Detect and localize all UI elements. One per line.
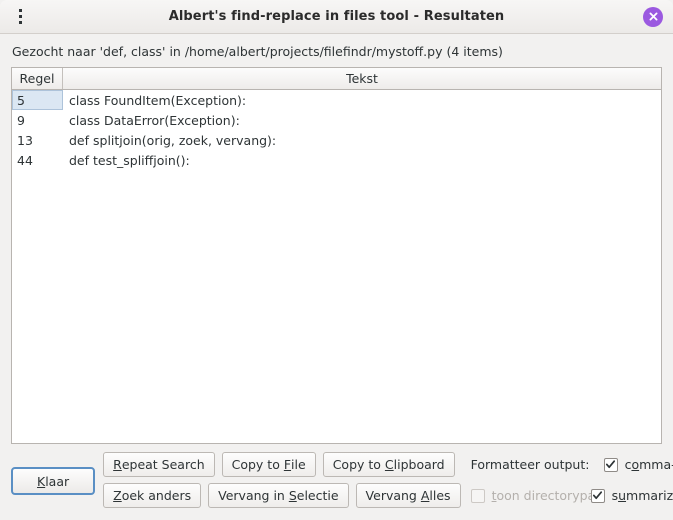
table-header: Regel Tekst [12, 68, 661, 90]
checkbox-box [590, 488, 605, 503]
repeat-search-button[interactable]: Repeat Search [103, 452, 215, 477]
window-title: Albert's find-replace in files tool - Re… [168, 9, 505, 24]
bottom-toolbar: Klaar Repeat Search Copy to File Copy to… [11, 444, 673, 520]
checkbox-box [470, 488, 485, 503]
column-header-regel[interactable]: Regel [12, 68, 63, 89]
copy-to-clipboard-button[interactable]: Copy to Clipboard [322, 452, 455, 477]
application-window: Albert's find-replace in files tool - Re… [0, 0, 673, 520]
replace-all-button[interactable]: Vervang Alles [355, 483, 461, 508]
output-options: Formatteer output: comma-delimited toon [461, 452, 673, 508]
comma-delimited-checkbox[interactable]: comma-delimited [603, 457, 673, 472]
cell-regel: 9 [17, 112, 25, 128]
checkbox-box [603, 457, 618, 472]
done-button[interactable]: Klaar [11, 467, 96, 495]
summarized-label: summarized [611, 488, 673, 503]
cell-tekst: def splitjoin(orig, zoek, vervang): [69, 132, 277, 148]
table-body: 5 class FoundItem(Exception): 9 class Da… [12, 90, 661, 443]
copy-to-file-button[interactable]: Copy to File [221, 452, 316, 477]
main-content: Gezocht naar 'def, class' in /home/alber… [0, 34, 673, 520]
cell-tekst: class DataError(Exception): [69, 112, 240, 128]
done-button-label-rest: laar [45, 473, 70, 489]
results-list[interactable]: Regel Tekst 5 class FoundItem(Exception)… [11, 67, 662, 444]
search-other-button[interactable]: Zoek anders [103, 483, 202, 508]
table-row[interactable]: 13 def splitjoin(orig, zoek, vervang): [12, 130, 661, 150]
kebab-dot [18, 21, 22, 24]
title-bar: Albert's find-replace in files tool - Re… [0, 0, 673, 34]
column-header-tekst[interactable]: Tekst [63, 68, 661, 89]
format-output-label: Formatteer output: [470, 457, 590, 472]
close-icon[interactable] [643, 6, 663, 27]
cell-tekst: def test_spliffjoin(): [69, 152, 190, 168]
summarized-checkbox[interactable]: summarized [590, 488, 673, 503]
cell-regel: 13 [17, 132, 33, 148]
show-directory-path-label: toon directorypad [491, 488, 604, 503]
option-row-2: toon directorypad summarized [470, 483, 673, 508]
action-button-row-1: Repeat Search Copy to File Copy to Clipb… [103, 452, 460, 477]
done-button-area: Klaar [11, 452, 103, 510]
cell-tekst: class FoundItem(Exception): [69, 92, 247, 108]
cell-regel: 5 [12, 90, 63, 110]
search-summary: Gezocht naar 'def, class' in /home/alber… [12, 44, 503, 59]
comma-delimited-label: comma-delimited [624, 457, 673, 472]
replace-in-selection-button[interactable]: Vervang in Selectie [208, 483, 349, 508]
action-button-row-2: Zoek anders Vervang in Selectie Vervang … [103, 483, 461, 508]
kebab-dot [18, 9, 22, 12]
show-directory-path-checkbox: toon directorypad [470, 488, 603, 503]
kebab-menu-icon[interactable] [12, 8, 28, 26]
cell-regel: 44 [17, 152, 33, 168]
table-row[interactable]: 9 class DataError(Exception): [12, 110, 661, 130]
option-row-1: Formatteer output: comma-delimited [471, 452, 673, 477]
table-row[interactable]: 5 class FoundItem(Exception): [12, 90, 661, 110]
kebab-dot [18, 15, 22, 18]
table-row[interactable]: 44 def test_spliffjoin(): [12, 150, 661, 170]
action-button-grid: Repeat Search Copy to File Copy to Clipb… [103, 452, 461, 508]
done-button-mnemonic: K [37, 473, 46, 489]
